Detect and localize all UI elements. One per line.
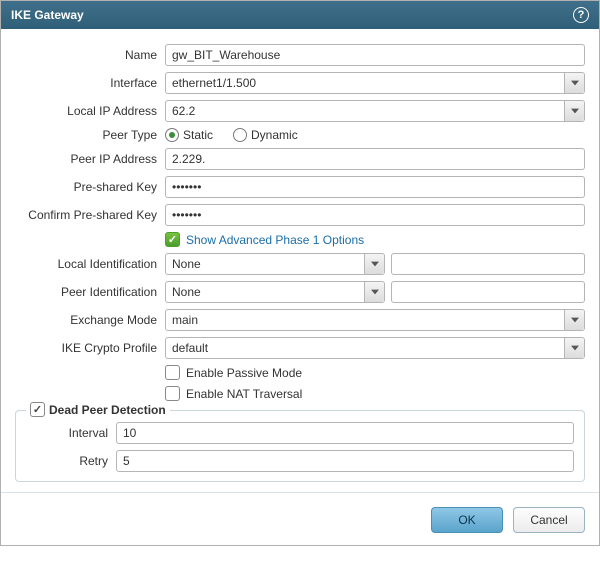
checkbox-label: Enable NAT Traversal xyxy=(186,387,302,401)
label-ike-profile: IKE Crypto Profile xyxy=(15,341,165,355)
dpd-fieldset: Dead Peer Detection Interval Retry xyxy=(15,410,585,482)
nat-traversal-checkbox[interactable]: Enable NAT Traversal xyxy=(165,386,302,401)
psk-input[interactable] xyxy=(165,176,585,198)
label-retry: Retry xyxy=(26,454,116,468)
local-ip-select[interactable] xyxy=(165,100,585,122)
dialog-content: Name Interface Local IP Address xyxy=(1,29,599,497)
radio-icon xyxy=(165,128,179,142)
label-peer-id: Peer Identification xyxy=(15,285,165,299)
local-id-select[interactable] xyxy=(165,253,385,275)
chevron-down-icon[interactable] xyxy=(564,73,584,93)
label-local-ip: Local IP Address xyxy=(15,104,165,118)
dialog-title: IKE Gateway xyxy=(11,8,84,22)
chevron-down-icon[interactable] xyxy=(564,101,584,121)
label-peer-ip: Peer IP Address xyxy=(15,152,165,166)
dpd-interval-input[interactable] xyxy=(116,422,574,444)
label-interval: Interval xyxy=(26,426,116,440)
ike-profile-input[interactable] xyxy=(165,337,585,359)
dpd-legend: Dead Peer Detection xyxy=(26,402,170,417)
radio-label: Static xyxy=(183,128,213,142)
chevron-down-icon[interactable] xyxy=(364,282,384,302)
checkbox-icon xyxy=(165,232,180,247)
dpd-title: Dead Peer Detection xyxy=(49,403,166,417)
chevron-down-icon[interactable] xyxy=(564,310,584,330)
peer-id-value-input[interactable] xyxy=(391,281,585,303)
passive-mode-checkbox[interactable]: Enable Passive Mode xyxy=(165,365,302,380)
checkbox-icon xyxy=(165,365,180,380)
titlebar: IKE Gateway ? xyxy=(1,1,599,29)
exchange-mode-input[interactable] xyxy=(165,309,585,331)
dpd-retry-input[interactable] xyxy=(116,450,574,472)
interface-select[interactable] xyxy=(165,72,585,94)
label-local-id: Local Identification xyxy=(15,257,165,271)
local-id-value-input[interactable] xyxy=(391,253,585,275)
show-advanced-checkbox[interactable]: Show Advanced Phase 1 Options xyxy=(165,232,364,247)
help-icon[interactable]: ? xyxy=(573,7,589,23)
exchange-mode-select[interactable] xyxy=(165,309,585,331)
label-peer-type: Peer Type xyxy=(15,128,165,142)
ike-gateway-dialog: IKE Gateway ? Name Interface Local IP Ad… xyxy=(0,0,600,546)
local-ip-input[interactable] xyxy=(165,100,585,122)
checkbox-icon xyxy=(30,402,45,417)
peer-id-input[interactable] xyxy=(165,281,385,303)
name-input[interactable] xyxy=(165,44,585,66)
ok-button[interactable]: OK xyxy=(431,507,503,533)
peer-ip-input[interactable] xyxy=(165,148,585,170)
chevron-down-icon[interactable] xyxy=(364,254,384,274)
confirm-psk-input[interactable] xyxy=(165,204,585,226)
checkbox-icon xyxy=(165,386,180,401)
checkbox-label: Show Advanced Phase 1 Options xyxy=(186,233,364,247)
peer-type-dynamic-radio[interactable]: Dynamic xyxy=(233,128,298,142)
peer-id-select[interactable] xyxy=(165,281,385,303)
cancel-button[interactable]: Cancel xyxy=(513,507,585,533)
ike-profile-select[interactable] xyxy=(165,337,585,359)
peer-type-static-radio[interactable]: Static xyxy=(165,128,213,142)
label-confirm-psk: Confirm Pre-shared Key xyxy=(15,208,165,222)
checkbox-label: Enable Passive Mode xyxy=(186,366,302,380)
dpd-enable-checkbox[interactable] xyxy=(30,402,45,417)
interface-input[interactable] xyxy=(165,72,585,94)
separator xyxy=(1,492,599,493)
radio-label: Dynamic xyxy=(251,128,298,142)
label-name: Name xyxy=(15,48,165,62)
label-interface: Interface xyxy=(15,76,165,90)
label-exchange-mode: Exchange Mode xyxy=(15,313,165,327)
dialog-footer: OK Cancel xyxy=(1,497,599,545)
local-id-input[interactable] xyxy=(165,253,385,275)
radio-icon xyxy=(233,128,247,142)
label-psk: Pre-shared Key xyxy=(15,180,165,194)
chevron-down-icon[interactable] xyxy=(564,338,584,358)
